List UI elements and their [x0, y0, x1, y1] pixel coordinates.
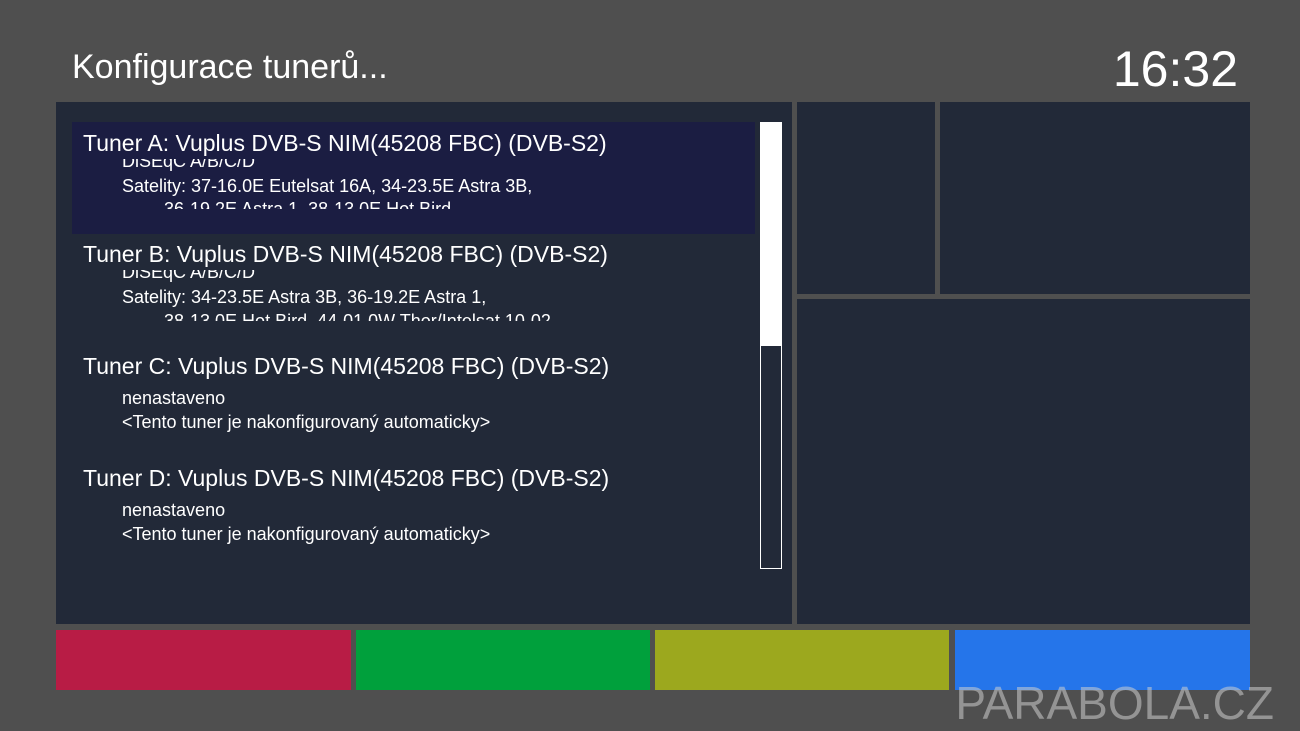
- tuner-details: DiSEqC A/B/C/D Satelity: 37-16.0E Eutels…: [72, 159, 755, 209]
- scrollbar-thumb[interactable]: [761, 123, 781, 346]
- preview-box-small: [797, 102, 935, 294]
- tuner-details: DiSEqC A/B/C/D Satelity: 34-23.5E Astra …: [72, 270, 755, 321]
- description-box: [797, 299, 1250, 624]
- tuner-note: <Tento tuner je nakonfigurovaný automati…: [122, 524, 491, 544]
- page-title: Konfigurace tunerů...: [72, 48, 388, 86]
- tuner-note: <Tento tuner je nakonfigurovaný automati…: [122, 412, 491, 432]
- preview-box-video: [940, 102, 1250, 294]
- tuner-name: Tuner B: Vuplus DVB-S NIM(45208 FBC) (DV…: [83, 241, 608, 267]
- watermark-logo: PARABOLA.CZ: [955, 677, 1274, 729]
- tuner-config-screen: Konfigurace tunerů... 16:32 Tuner A: Vup…: [0, 0, 1300, 731]
- tuner-status: nenastaveno: [122, 388, 226, 408]
- green-button[interactable]: [356, 630, 650, 690]
- tuner-detail-line: 36-19.2E Astra 1, 38-13.0E Hot Bird: [164, 199, 452, 209]
- tuner-name: Tuner C: Vuplus DVB-S NIM(45208 FBC) (DV…: [83, 353, 610, 379]
- tuner-item-d[interactable]: Tuner D: Vuplus DVB-S NIM(45208 FBC) (DV…: [72, 457, 755, 569]
- tuner-item-a[interactable]: Tuner A: Vuplus DVB-S NIM(45208 FBC) (DV…: [72, 122, 755, 234]
- tuner-name: Tuner A: Vuplus DVB-S NIM(45208 FBC) (DV…: [83, 130, 607, 156]
- red-button[interactable]: [56, 630, 351, 690]
- tuner-detail-line: DiSEqC A/B/C/D: [122, 270, 256, 282]
- list-scrollbar[interactable]: [760, 122, 782, 569]
- tuner-item-b[interactable]: Tuner B: Vuplus DVB-S NIM(45208 FBC) (DV…: [72, 233, 755, 345]
- yellow-button[interactable]: [655, 630, 949, 690]
- tuner-list-panel: Tuner A: Vuplus DVB-S NIM(45208 FBC) (DV…: [56, 102, 792, 624]
- tuner-detail-line: DiSEqC A/B/C/D: [122, 159, 256, 171]
- tuner-item-c[interactable]: Tuner C: Vuplus DVB-S NIM(45208 FBC) (DV…: [72, 345, 755, 457]
- tuner-detail-line: 38-13.0E Hot Bird, 44-01.0W Thor/Intelsa…: [164, 311, 551, 321]
- tuner-detail-line: Satelity: 34-23.5E Astra 3B, 36-19.2E As…: [122, 287, 487, 307]
- tuner-detail-line: Satelity: 37-16.0E Eutelsat 16A, 34-23.5…: [122, 176, 533, 196]
- clock: 16:32: [1112, 41, 1238, 97]
- tuner-status: nenastaveno: [122, 500, 226, 520]
- tuner-name: Tuner D: Vuplus DVB-S NIM(45208 FBC) (DV…: [83, 465, 610, 491]
